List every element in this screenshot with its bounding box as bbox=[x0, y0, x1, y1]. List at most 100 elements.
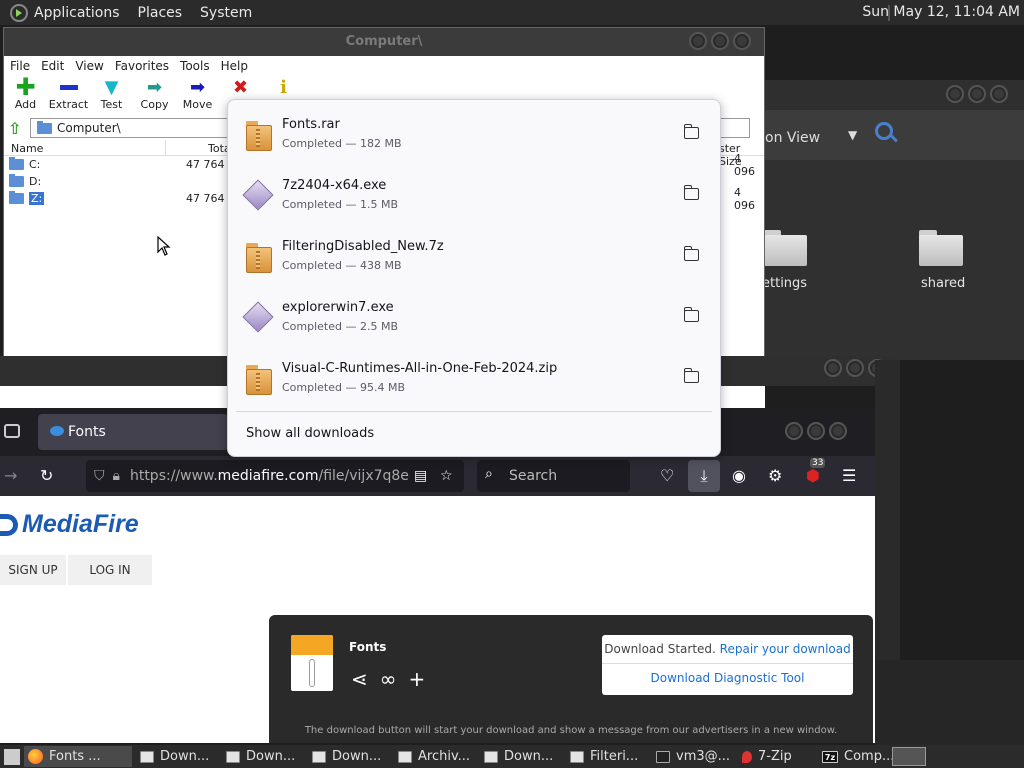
open-folder-icon[interactable] bbox=[684, 185, 699, 200]
hamburger-menu-icon[interactable]: ☰ bbox=[842, 466, 856, 485]
taskbar-task[interactable]: 7z Comp... bbox=[818, 746, 900, 767]
clock[interactable]: Sun May 12, 11:04 AM bbox=[862, 4, 1020, 20]
open-folder-icon[interactable] bbox=[684, 368, 699, 383]
open-folder-icon[interactable] bbox=[684, 307, 699, 322]
open-folder-icon[interactable] bbox=[684, 246, 699, 261]
search-icon[interactable] bbox=[875, 122, 893, 140]
show-all-downloads-button[interactable]: Show all downloads bbox=[246, 426, 374, 441]
window-buttons bbox=[946, 85, 1008, 103]
ublock-icon[interactable]: ⬢ bbox=[806, 466, 820, 485]
add-icon[interactable]: + bbox=[408, 667, 425, 691]
tab-fonts[interactable]: Fonts bbox=[38, 414, 228, 450]
minimize-button[interactable] bbox=[785, 422, 803, 440]
folder-label[interactable]: shared bbox=[921, 276, 965, 291]
minimize-button[interactable] bbox=[824, 359, 842, 377]
menu-view[interactable]: View bbox=[75, 59, 103, 73]
extract-button[interactable]: Extract bbox=[47, 76, 90, 116]
taskbar-task[interactable]: Down... bbox=[136, 746, 218, 767]
lock-icon[interactable]: 🔒︎ bbox=[113, 468, 120, 484]
url-bar[interactable]: ⛉ 🔒︎ https://www. mediafire.com/file/vijx… bbox=[86, 460, 464, 492]
sign-up-button[interactable]: SIGN UP bbox=[0, 555, 66, 585]
download-item[interactable]: 7z2404-x64.exe Completed — 1.5 MB bbox=[236, 166, 714, 226]
taskbar-task[interactable]: Down... bbox=[308, 746, 390, 767]
menu-favorites[interactable]: Favorites bbox=[115, 59, 169, 73]
reload-icon[interactable]: ↻ bbox=[40, 466, 53, 485]
menu-system[interactable]: System bbox=[200, 5, 252, 21]
bookmark-star-icon[interactable]: ☆ bbox=[440, 468, 453, 484]
maximize-button[interactable] bbox=[968, 85, 986, 103]
test-button[interactable]: ▼ Test bbox=[90, 76, 133, 116]
download-name: Visual-C-Runtimes-All-in-One-Feb-2024.zi… bbox=[282, 361, 558, 376]
column-divider[interactable] bbox=[165, 140, 166, 156]
menu-help[interactable]: Help bbox=[221, 59, 248, 73]
add-button[interactable]: ✚ Add bbox=[4, 73, 47, 116]
menu-applications[interactable]: Applications bbox=[34, 5, 120, 21]
menu-places[interactable]: Places bbox=[138, 5, 183, 21]
taskbar-task[interactable]: Fonts ... bbox=[24, 746, 132, 767]
shield-icon[interactable]: ⛉ bbox=[94, 468, 105, 484]
maximize-button[interactable] bbox=[846, 359, 864, 377]
column-name[interactable]: Name bbox=[11, 142, 43, 155]
list-tabs-icon[interactable] bbox=[4, 424, 20, 438]
folder-icon[interactable] bbox=[763, 230, 807, 266]
close-button[interactable] bbox=[990, 85, 1008, 103]
background-window-edge bbox=[875, 660, 1024, 745]
distro-logo-icon[interactable] bbox=[10, 3, 28, 22]
copy-button[interactable]: ➡ Copy bbox=[133, 76, 176, 116]
background-file-manager-window[interactable]: on View ▼ ettings shared bbox=[720, 80, 1024, 360]
move-label: Move bbox=[182, 98, 213, 111]
show-desktop-icon[interactable] bbox=[4, 748, 20, 765]
maximize-button[interactable] bbox=[711, 32, 729, 50]
check-icon: ▼ bbox=[104, 76, 119, 98]
account-icon[interactable]: ◉ bbox=[732, 466, 746, 485]
share-icon[interactable]: ⋖ bbox=[351, 667, 368, 691]
navigation-toolbar: → ↻ ⛉ 🔒︎ https://www. mediafire.com/file/… bbox=[0, 456, 875, 496]
firefox-window[interactable]: Fonts → ↻ ⛉ 🔒︎ https://www. mediafire.com… bbox=[0, 408, 875, 743]
forward-icon[interactable]: → bbox=[4, 466, 17, 485]
add-label: Add bbox=[14, 98, 37, 111]
titlebar[interactable] bbox=[720, 80, 1024, 110]
task-label: Comp... bbox=[844, 749, 895, 764]
window-buttons bbox=[689, 32, 751, 50]
download-item[interactable]: explorerwin7.exe Completed — 2.5 MB bbox=[236, 288, 714, 348]
extensions-icon[interactable]: ⚙ bbox=[768, 466, 782, 485]
taskbar-task[interactable]: Down... bbox=[222, 746, 304, 767]
menu-tools[interactable]: Tools bbox=[180, 59, 210, 73]
url-prefix: https://www. bbox=[129, 468, 218, 484]
menu-edit[interactable]: Edit bbox=[41, 59, 64, 73]
reader-view-icon[interactable]: ▤ bbox=[414, 468, 427, 484]
taskbar-task[interactable]: vm3@... bbox=[652, 746, 734, 767]
close-button[interactable] bbox=[733, 32, 751, 50]
taskbar-task[interactable]: Down... bbox=[480, 746, 562, 767]
archive-manager-icon bbox=[398, 750, 412, 763]
workspace-switcher[interactable] bbox=[892, 747, 926, 766]
download-status: Completed — 2.5 MB bbox=[282, 320, 399, 333]
open-folder-icon[interactable] bbox=[684, 124, 699, 139]
link-icon[interactable]: ∞ bbox=[380, 667, 397, 691]
taskbar-task[interactable]: 7-Zip bbox=[738, 746, 814, 767]
folder-label[interactable]: ettings bbox=[762, 276, 807, 291]
taskbar-task[interactable]: Filteri... bbox=[566, 746, 648, 767]
up-arrow-icon[interactable]: ⇧ bbox=[8, 119, 30, 138]
taskbar-task[interactable]: Archiv... bbox=[394, 746, 476, 767]
repair-download-link[interactable]: Repair your download bbox=[720, 642, 851, 656]
download-item[interactable]: Visual-C-Runtimes-All-in-One-Feb-2024.zi… bbox=[236, 349, 714, 409]
maximize-button[interactable] bbox=[807, 422, 825, 440]
close-button[interactable] bbox=[829, 422, 847, 440]
titlebar[interactable]: Computer\ bbox=[4, 28, 764, 56]
pocket-icon[interactable]: ♡ bbox=[660, 466, 674, 485]
minimize-button[interactable] bbox=[946, 85, 964, 103]
folder-icon[interactable] bbox=[919, 230, 963, 266]
chevron-down-icon[interactable]: ▼ bbox=[848, 128, 857, 142]
log-in-button[interactable]: LOG IN bbox=[68, 555, 152, 585]
download-item[interactable]: Fonts.rar Completed — 182 MB bbox=[236, 105, 714, 165]
search-box[interactable]: ⌕ Search bbox=[477, 460, 630, 492]
downloads-button[interactable]: ⤓ bbox=[688, 460, 720, 492]
move-button[interactable]: ➡ Move bbox=[176, 76, 219, 116]
download-item[interactable]: FilteringDisabled_New.7z Completed — 438… bbox=[236, 227, 714, 287]
mediafire-logo[interactable]: MediaFire bbox=[0, 510, 139, 539]
minimize-button[interactable] bbox=[689, 32, 707, 50]
diagnostic-tool-link[interactable]: Download Diagnostic Tool bbox=[602, 671, 853, 685]
view-mode-selector[interactable]: on View bbox=[765, 130, 820, 146]
menu-file[interactable]: File bbox=[10, 59, 30, 73]
